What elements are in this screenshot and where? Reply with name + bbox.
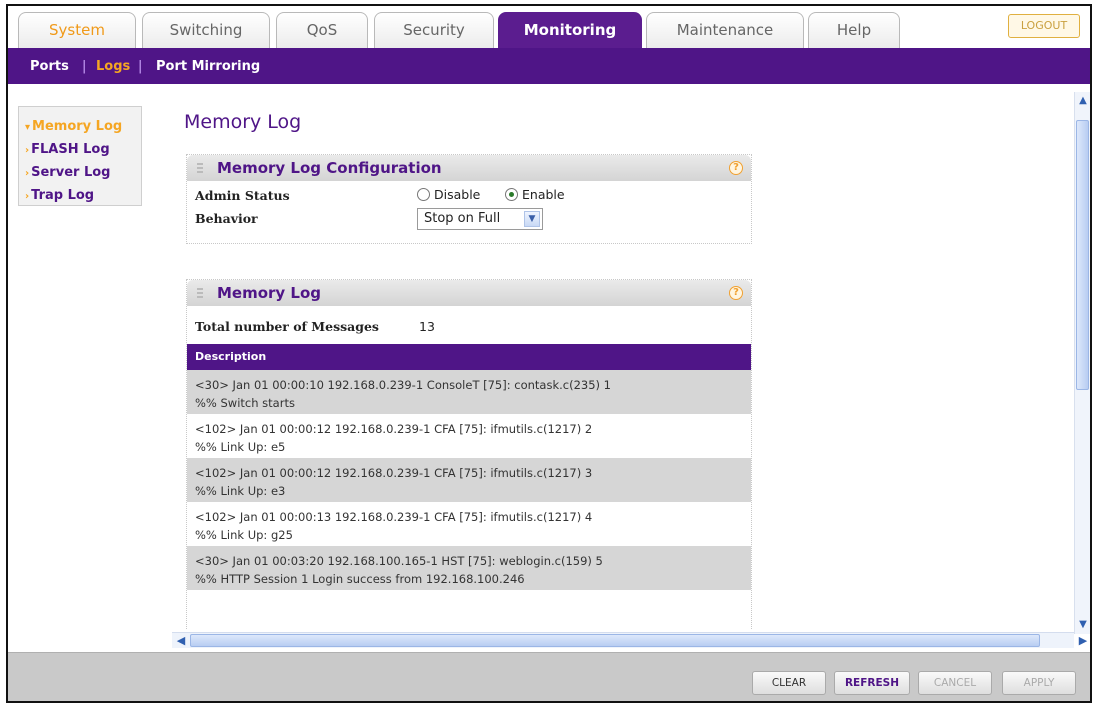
behavior-label: Behavior xyxy=(195,211,258,226)
total-messages-label: Total number of Messages xyxy=(195,319,379,334)
log-entry: <30> Jan 01 00:00:10 192.168.0.239-1 Con… xyxy=(187,370,751,414)
log-entry-line: <30> Jan 01 00:00:10 192.168.0.239-1 Con… xyxy=(195,378,611,392)
refresh-button[interactable]: REFRESH xyxy=(834,671,910,695)
tab-switching[interactable]: Switching xyxy=(142,12,270,48)
drag-handle-icon xyxy=(197,288,203,298)
left-menu-item-server-log[interactable]: › Server Log xyxy=(25,161,141,184)
apply-button[interactable]: APPLY xyxy=(1002,671,1076,695)
left-menu-label: Memory Log xyxy=(32,119,123,134)
log-entry-line: %% Link Up: e5 xyxy=(195,440,286,454)
chevron-right-icon: › xyxy=(25,145,30,156)
scroll-left-icon[interactable]: ◀ xyxy=(174,633,188,649)
panel-header: Memory Log ? xyxy=(187,280,751,306)
panel-title: Memory Log xyxy=(217,284,322,302)
tab-help[interactable]: Help xyxy=(808,12,900,48)
subnav-separator: | xyxy=(138,59,143,74)
radio-button[interactable] xyxy=(417,188,430,201)
left-menu-label: Server Log xyxy=(31,165,111,180)
chevron-right-icon: › xyxy=(25,168,30,179)
log-entry-line: <102> Jan 01 00:00:12 192.168.0.239-1 CF… xyxy=(195,422,593,436)
left-menu-item-memory-log[interactable]: ▾ Memory Log xyxy=(25,115,141,138)
horizontal-scrollbar[interactable]: ◀ ▶ xyxy=(172,632,1087,649)
left-menu-item-flash-log[interactable]: › FLASH Log xyxy=(25,138,141,161)
sub-navigation: Ports | Logs | Port Mirroring xyxy=(8,48,1090,84)
scroll-up-icon[interactable]: ▲ xyxy=(1077,94,1089,108)
behavior-select[interactable]: Stop on Full ▼ xyxy=(417,208,543,230)
page-title: Memory Log xyxy=(184,111,302,133)
radio-button-selected[interactable] xyxy=(505,188,518,201)
panel-title: Memory Log Configuration xyxy=(217,159,442,177)
enable-label: Enable xyxy=(522,187,565,202)
log-entry: <30> Jan 01 00:03:20 192.168.100.165-1 H… xyxy=(187,546,751,590)
total-messages-value: 13 xyxy=(419,319,435,334)
log-entry-line: %% Switch starts xyxy=(195,396,295,410)
scroll-right-icon[interactable]: ▶ xyxy=(1076,633,1090,649)
chevron-right-icon: › xyxy=(25,191,30,202)
enable-radio-option[interactable]: Enable xyxy=(505,187,565,202)
main-content: Memory Log Memory Log Configuration ? Ad… xyxy=(158,84,1078,629)
panel-header: Memory Log Configuration ? xyxy=(187,155,751,181)
subnav-logs[interactable]: Logs xyxy=(96,59,130,74)
log-entry: <102> Jan 01 00:00:12 192.168.0.239-1 CF… xyxy=(187,458,751,502)
expanded-marker-icon: ▾ xyxy=(25,122,31,133)
vertical-scroll-thumb[interactable] xyxy=(1076,120,1089,390)
top-tab-bar: System Switching QoS Security Monitoring… xyxy=(8,6,1090,48)
left-menu-label: Trap Log xyxy=(31,188,95,203)
chevron-down-icon[interactable]: ▼ xyxy=(524,211,540,227)
vertical-scrollbar[interactable]: ▲ ▼ xyxy=(1074,92,1090,634)
subnav-ports[interactable]: Ports xyxy=(30,59,69,74)
help-icon[interactable]: ? xyxy=(729,161,743,175)
horizontal-scroll-thumb[interactable] xyxy=(190,634,1040,647)
help-icon[interactable]: ? xyxy=(729,286,743,300)
disable-label: Disable xyxy=(434,187,481,202)
tab-system[interactable]: System xyxy=(18,12,136,48)
memory-log-configuration-panel: Memory Log Configuration ? Admin Status … xyxy=(186,154,752,244)
left-menu-label: FLASH Log xyxy=(31,142,110,157)
tab-security[interactable]: Security xyxy=(374,12,494,48)
log-list: <30> Jan 01 00:00:10 192.168.0.239-1 Con… xyxy=(187,370,751,590)
log-entry-line: %% Link Up: e3 xyxy=(195,484,286,498)
tab-maintenance[interactable]: Maintenance xyxy=(646,12,804,48)
behavior-row: Behavior Stop on Full ▼ xyxy=(187,208,751,230)
log-entry-line: %% HTTP Session 1 Login success from 192… xyxy=(195,572,525,586)
memory-log-panel: Memory Log ? Total number of Messages 13… xyxy=(186,279,752,629)
admin-status-row: Admin Status Disable Enable xyxy=(187,185,751,206)
log-entry-line: <102> Jan 01 00:00:13 192.168.0.239-1 CF… xyxy=(195,510,593,524)
subnav-port-mirroring[interactable]: Port Mirroring xyxy=(156,59,260,74)
scroll-down-icon[interactable]: ▼ xyxy=(1077,618,1089,632)
admin-status-label: Admin Status xyxy=(195,188,290,203)
left-menu: ▾ Memory Log › FLASH Log › Server Log › Trap… xyxy=(18,106,142,206)
app-frame: System Switching QoS Security Monitoring… xyxy=(6,4,1092,703)
description-column-header: Description xyxy=(187,344,751,370)
log-entry-line: <102> Jan 01 00:00:12 192.168.0.239-1 CF… xyxy=(195,466,593,480)
log-entry: <102> Jan 01 00:00:12 192.168.0.239-1 CF… xyxy=(187,414,751,458)
logout-button[interactable]: LOGOUT xyxy=(1008,14,1080,38)
cancel-button[interactable]: CANCEL xyxy=(918,671,992,695)
subnav-separator: | xyxy=(82,59,87,74)
log-entry: <102> Jan 01 00:00:13 192.168.0.239-1 CF… xyxy=(187,502,751,546)
left-menu-item-trap-log[interactable]: › Trap Log xyxy=(25,184,141,207)
behavior-selected-value: Stop on Full xyxy=(424,211,501,226)
tab-qos[interactable]: QoS xyxy=(276,12,368,48)
log-entry-line: %% Link Up: g25 xyxy=(195,528,293,542)
log-entry-line: <30> Jan 01 00:03:20 192.168.100.165-1 H… xyxy=(195,554,603,568)
drag-handle-icon xyxy=(197,163,203,173)
disable-radio-option[interactable]: Disable xyxy=(417,187,480,202)
tab-monitoring[interactable]: Monitoring xyxy=(498,12,642,48)
bottom-action-bar: CLEAR REFRESH CANCEL APPLY xyxy=(8,652,1090,701)
clear-button[interactable]: CLEAR xyxy=(752,671,826,695)
total-messages-row: Total number of Messages 13 xyxy=(187,306,751,344)
